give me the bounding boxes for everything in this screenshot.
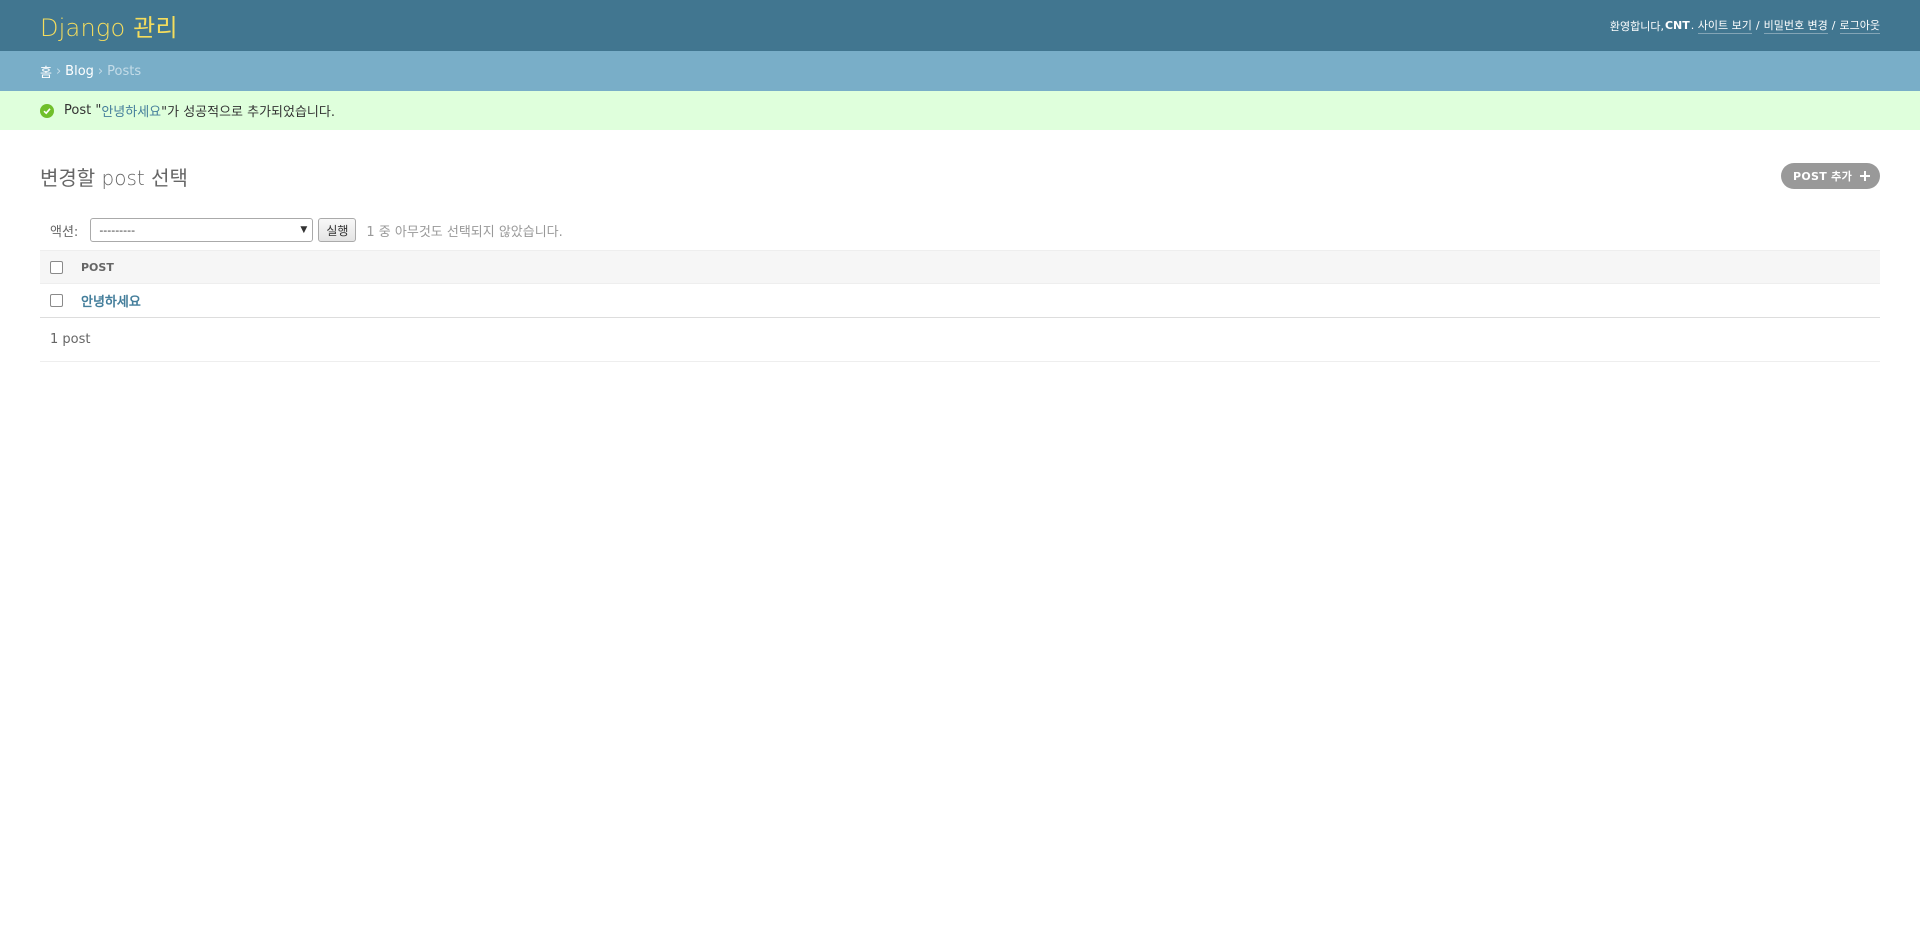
welcome-text: 환영합니다, <box>1609 19 1664 33</box>
table-header-row: Post <box>40 250 1880 284</box>
breadcrumb-separator: › <box>55 63 62 79</box>
column-header-post[interactable]: Post <box>75 250 1880 284</box>
row-select-cell <box>40 283 75 318</box>
message-post-link[interactable]: 안녕하세요 <box>101 101 161 120</box>
logout-link[interactable]: 로그아웃 <box>1839 17 1880 34</box>
username-suffix: . <box>1690 19 1695 32</box>
select-all-checkbox[interactable] <box>50 260 63 274</box>
separator: / <box>1831 19 1836 32</box>
table-row: 안녕하세요 <box>40 283 1880 318</box>
header: Django 관리 환영합니다, CNT. 사이트 보기 / 비밀번호 변경 /… <box>0 0 1920 51</box>
row-title-cell: 안녕하세요 <box>75 283 1880 318</box>
username: CNT <box>1664 19 1690 32</box>
select-all-cell <box>40 250 75 284</box>
action-select[interactable]: --------- ▼ <box>90 218 314 242</box>
caret-down-icon: ▼ <box>300 225 308 235</box>
view-site-link[interactable]: 사이트 보기 <box>1697 17 1752 34</box>
checkmark-icon <box>40 103 54 118</box>
message-prefix: Post " <box>64 103 102 118</box>
title-row: 변경할 post 선택 POST 추가 <box>40 158 1880 194</box>
breadcrumb-separator: › <box>97 63 104 79</box>
result-table: Post 안녕하세요 <box>40 250 1880 318</box>
message-suffix: "가 성공적으로 추가되었습니다. <box>161 105 335 120</box>
breadcrumb-current: Posts <box>107 63 142 79</box>
actions-label: 액션: <box>50 224 79 240</box>
row-checkbox[interactable] <box>50 294 63 307</box>
site-branding[interactable]: Django 관리 <box>40 8 178 43</box>
go-button[interactable]: 실행 <box>318 218 357 242</box>
action-counter: 1 중 아무것도 선택되지 않았습니다. <box>366 224 563 240</box>
separator: / <box>1755 19 1760 32</box>
action-select-value: --------- <box>99 223 136 237</box>
post-title-link[interactable]: 안녕하세요 <box>81 295 141 310</box>
user-tools: 환영합니다, CNT. 사이트 보기 / 비밀번호 변경 / 로그아웃 <box>1610 17 1880 34</box>
breadcrumb: 홈 › Blog › Posts <box>0 51 1920 91</box>
add-post-label: POST 추가 <box>1792 170 1852 183</box>
add-post-button[interactable]: POST 추가 <box>1780 163 1880 189</box>
change-password-link[interactable]: 비밀번호 변경 <box>1763 17 1828 34</box>
breadcrumb-home[interactable]: 홈 <box>40 62 52 81</box>
success-message: Post " 안녕하세요 "가 성공적으로 추가되었습니다. <box>0 91 1920 130</box>
breadcrumb-app[interactable]: Blog <box>65 64 94 79</box>
plus-icon <box>1860 171 1870 181</box>
actions-bar: 액션: --------- ▼ 실행 1 중 아무것도 선택되지 않았습니다. <box>40 212 1880 248</box>
paginator: 1 post <box>40 318 1880 362</box>
content: 변경할 post 선택 POST 추가 액션: --------- ▼ 실행 1… <box>0 130 1920 362</box>
page-title: 변경할 post 선택 <box>40 165 188 190</box>
